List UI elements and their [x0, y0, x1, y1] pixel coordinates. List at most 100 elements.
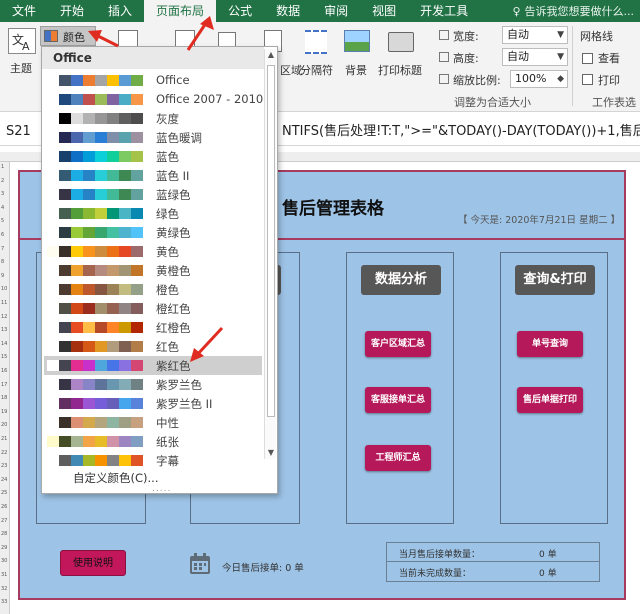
row-number[interactable]: 1 [1, 164, 4, 170]
color-swatch [83, 417, 95, 428]
gridlines-view-checkbox[interactable] [582, 53, 593, 64]
row-number[interactable]: 26 [1, 504, 7, 510]
row-number[interactable]: 13 [1, 327, 7, 333]
scroll-down-icon[interactable]: ▼ [265, 447, 277, 459]
color-swatch [59, 75, 71, 86]
row-number[interactable]: 4 [1, 205, 4, 211]
color-scheme-item[interactable]: 中性 [44, 413, 262, 432]
scale-spinner[interactable]: 100% ◆ [510, 70, 568, 88]
color-swatch [107, 227, 119, 238]
row-number[interactable]: 25 [1, 490, 7, 496]
color-scheme-item[interactable]: Office [44, 71, 262, 90]
color-scheme-item[interactable]: 黄色 [44, 242, 262, 261]
tab-file[interactable]: 文件 [0, 0, 48, 22]
color-scheme-item[interactable]: 黄绿色 [44, 223, 262, 242]
tell-me-box[interactable]: ♀ 告诉我您想要做什么... [512, 3, 640, 19]
resize-grip[interactable]: ..... [152, 484, 171, 494]
printer-icon[interactable] [388, 32, 414, 52]
customer-region-summary-button[interactable]: 客户区域汇总 [365, 331, 431, 357]
color-swatch [59, 208, 71, 219]
width-select[interactable]: 自动 ▼ [502, 26, 568, 44]
tab-developer[interactable]: 开发工具 [408, 0, 480, 22]
color-scheme-item[interactable]: 黄橙色 [44, 261, 262, 280]
row-number[interactable]: 23 [1, 463, 7, 469]
row-number[interactable]: 19 [1, 409, 7, 415]
color-scheme-item[interactable]: 红色 [44, 337, 262, 356]
color-scheme-item[interactable]: 绿色 [44, 204, 262, 223]
tab-home[interactable]: 开始 [48, 0, 96, 22]
row-number[interactable]: 17 [1, 382, 7, 388]
scrollbar-thumb[interactable] [267, 65, 275, 417]
color-scheme-item[interactable]: 字幕 [44, 451, 262, 470]
color-scheme-item[interactable]: 紫红色 [44, 356, 262, 375]
row-number[interactable]: 9 [1, 273, 4, 279]
tab-formulas[interactable]: 公式 [216, 0, 264, 22]
row-number[interactable]: 30 [1, 558, 7, 564]
tab-insert[interactable]: 插入 [96, 0, 144, 22]
tab-view[interactable]: 视图 [360, 0, 408, 22]
after-sales-doc-print-button[interactable]: 售后单据打印 [517, 387, 583, 413]
print-area-label[interactable]: 区域 [280, 62, 302, 78]
row-number[interactable]: 6 [1, 232, 4, 238]
tab-page-layout[interactable]: 页面布局 [144, 0, 217, 22]
service-order-summary-button[interactable]: 客服接单汇总 [365, 387, 431, 413]
breaks-label[interactable]: 分隔符 [300, 62, 333, 78]
dropdown-scrollbar[interactable]: ▲ ▼ [264, 49, 276, 459]
row-number[interactable]: 31 [1, 572, 7, 578]
row-number[interactable]: 16 [1, 368, 7, 374]
row-number[interactable]: 21 [1, 436, 7, 442]
color-scheme-item[interactable]: 紫罗兰色 II [44, 394, 262, 413]
tab-review[interactable]: 审阅 [312, 0, 360, 22]
row-number[interactable]: 7 [1, 246, 4, 252]
row-number[interactable]: 24 [1, 477, 7, 483]
breaks-icon[interactable] [305, 30, 327, 54]
row-number[interactable]: 28 [1, 531, 7, 537]
color-swatch [71, 379, 83, 390]
tab-data[interactable]: 数据 [264, 0, 312, 22]
color-swatch [83, 322, 95, 333]
engineer-summary-button[interactable]: 工程师汇总 [365, 445, 431, 471]
row-number[interactable]: 27 [1, 518, 7, 524]
color-scheme-item[interactable]: 蓝色暖调 [44, 128, 262, 147]
color-scheme-item[interactable]: 橙红色 [44, 299, 262, 318]
row-number[interactable]: 20 [1, 422, 7, 428]
row-number[interactable]: 22 [1, 450, 7, 456]
color-scheme-item[interactable]: 灰度 [44, 109, 262, 128]
usage-instructions-button[interactable]: 使用说明 [60, 550, 126, 576]
color-scheme-item[interactable]: Office 2007 - 2010 [44, 90, 263, 109]
color-scheme-dropdown[interactable]: Office Office Office 2007 - 2010 灰度 蓝色暖调 蓝色蓝… [41, 46, 278, 494]
row-number[interactable]: 8 [1, 259, 4, 265]
color-scheme-item[interactable]: 橙色 [44, 280, 262, 299]
row-number[interactable]: 11 [1, 300, 7, 306]
row-number[interactable]: 18 [1, 395, 7, 401]
customize-colors-item[interactable]: 自定义颜色(C)... [73, 470, 158, 486]
themes-label[interactable]: 主题 [10, 60, 32, 76]
gridlines-print-checkbox[interactable] [582, 74, 593, 85]
order-number-query-button[interactable]: 单号查询 [517, 331, 583, 357]
background-icon[interactable] [344, 30, 370, 52]
color-scheme-item[interactable]: 蓝色 [44, 147, 262, 166]
row-number[interactable]: 14 [1, 341, 7, 347]
row-number[interactable]: 15 [1, 354, 7, 360]
row-number[interactable]: 5 [1, 218, 4, 224]
themes-icon[interactable]: 文 A [8, 28, 36, 54]
color-scheme-item[interactable]: 纸张 [44, 432, 262, 451]
row-number[interactable]: 29 [1, 545, 7, 551]
row-number[interactable]: 10 [1, 286, 7, 292]
color-scheme-item[interactable]: 蓝色 II [44, 166, 262, 185]
name-box[interactable]: S21 [6, 122, 36, 142]
row-number[interactable]: 2 [1, 178, 4, 184]
color-scheme-item[interactable]: 红橙色 [44, 318, 262, 337]
print-titles-label[interactable]: 打印标题 [378, 62, 422, 78]
scroll-up-icon[interactable]: ▲ [265, 49, 277, 61]
color-scheme-item[interactable]: 紫罗兰色 [44, 375, 262, 394]
row-number[interactable]: 12 [1, 314, 7, 320]
color-scheme-item[interactable]: 蓝绿色 [44, 185, 262, 204]
background-label[interactable]: 背景 [345, 62, 367, 78]
row-number[interactable]: 33 [1, 599, 7, 605]
row-number[interactable]: 32 [1, 586, 7, 592]
height-select[interactable]: 自动 ▼ [502, 48, 568, 66]
colors-button[interactable]: 颜色 [40, 26, 96, 46]
row-number[interactable]: 3 [1, 191, 4, 197]
formula-input[interactable]: NTIFS(售后处理!T:T,">="&TODAY()-DAY(TODAY())… [282, 122, 640, 142]
